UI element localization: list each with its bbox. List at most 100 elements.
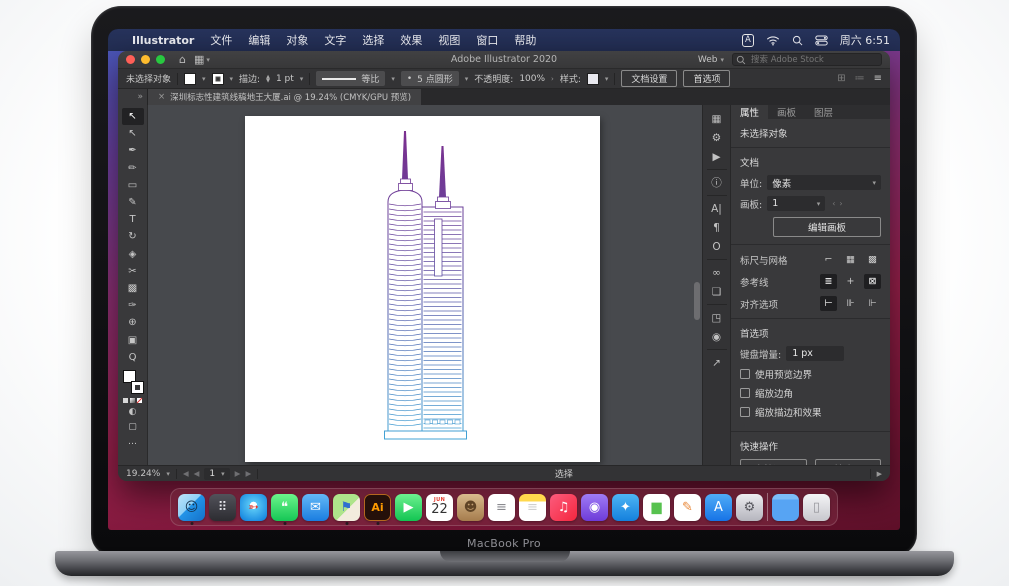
previous-artboard-icon[interactable]: ◀ — [194, 469, 200, 478]
input-source-icon[interactable]: A — [742, 34, 754, 47]
wifi-icon[interactable] — [766, 35, 780, 46]
menu-help[interactable]: 帮助 — [514, 32, 536, 48]
dock-divider[interactable] — [767, 493, 768, 521]
checkbox-preview-bounds[interactable]: 使用预览边界 — [740, 367, 881, 381]
lock-guides-icon[interactable]: ⊠ — [864, 274, 881, 289]
artboard-options-panel-icon[interactable]: ❏ — [707, 282, 727, 301]
rectangle-tool[interactable]: ▭ — [122, 177, 144, 194]
gradient-panel-icon[interactable]: ◉ — [707, 327, 727, 346]
next-artboard-icon[interactable]: ▶ — [235, 469, 241, 478]
checkbox-box[interactable] — [740, 388, 750, 398]
menu-view[interactable]: 视图 — [438, 32, 460, 48]
tab-properties[interactable]: 属性 — [731, 105, 768, 119]
first-artboard-icon[interactable]: ◀ — [183, 469, 189, 478]
screen-mode-icon[interactable]: ▢ — [122, 420, 144, 435]
artboards-panel-icon[interactable]: ▦ — [707, 109, 727, 128]
menu-select[interactable]: 选择 — [362, 32, 384, 48]
stock-search-field[interactable] — [732, 53, 882, 66]
smart-guides-icon[interactable]: + — [842, 274, 859, 289]
curvature-tool[interactable]: ✏ — [122, 160, 144, 177]
dock-keynote[interactable]: ✦ — [612, 494, 639, 521]
dock-safari[interactable]: ➳ — [240, 494, 267, 521]
style-swatch[interactable] — [587, 73, 599, 85]
document-tab[interactable]: × 深圳标志性建筑线稿地王大厦.ai @ 19.24% (CMYK/GPU 预览… — [148, 89, 421, 105]
toolbar-stroke-swatch[interactable] — [131, 381, 144, 394]
close-window-button[interactable] — [126, 55, 135, 64]
snap-to-point-icon[interactable]: ⊢ — [820, 296, 837, 311]
dock-facetime[interactable]: ▶ — [395, 494, 422, 521]
checkbox-box[interactable] — [740, 407, 750, 417]
dock-music[interactable]: ♫ — [550, 494, 577, 521]
shape-builder-tool[interactable]: ⊕ — [122, 314, 144, 331]
artboard-number-dropdown[interactable]: 1▾ — [204, 468, 229, 480]
dock-downloads-folder[interactable] — [772, 494, 799, 521]
brush-dropdown[interactable]: •5 点圆形 — [401, 71, 459, 86]
last-artboard-icon[interactable]: ▶ — [245, 469, 251, 478]
panel-menu-icon[interactable]: ≡ — [874, 73, 882, 84]
ruler-icon[interactable]: ⌐ — [820, 252, 837, 267]
checkbox-scale-strokes[interactable]: 缩放描边和效果 — [740, 405, 881, 419]
snap-to-grid-icon[interactable]: ⊪ — [842, 296, 859, 311]
artboard-navigation[interactable]: ◀ ◀ 1▾ ▶ ▶ — [183, 468, 251, 480]
tab-layers[interactable]: 图层 — [805, 105, 842, 119]
more-tools-icon[interactable]: … — [122, 435, 144, 450]
dock-system-preferences[interactable]: ⚙ — [736, 494, 763, 521]
menu-type[interactable]: 文字 — [324, 32, 346, 48]
fill-stroke-indicator[interactable] — [122, 370, 144, 394]
status-expand-icon[interactable]: ▶ — [877, 470, 882, 478]
artboard-dropdown[interactable]: 1▾ — [767, 196, 825, 211]
opentype-panel-icon[interactable]: O — [707, 237, 727, 256]
spotlight-search-icon[interactable] — [792, 35, 803, 46]
menu-window[interactable]: 窗口 — [476, 32, 498, 48]
workspace-switcher[interactable]: Web ▾ — [698, 55, 724, 65]
dock-contacts[interactable]: ☻ — [457, 494, 484, 521]
snap-to-pixel-icon[interactable]: ⊩ — [864, 296, 881, 311]
checkbox-scale-corners[interactable]: 缩放边角 — [740, 386, 881, 400]
dock-appstore[interactable]: A — [705, 494, 732, 521]
layout-switcher-icon[interactable]: ▦ ▾ — [194, 53, 210, 66]
dock-trash[interactable]: ▯ — [803, 494, 830, 521]
dock-notes[interactable]: ≡ — [519, 494, 546, 521]
color-mode-icons[interactable] — [123, 398, 142, 403]
zoom-window-button[interactable] — [156, 55, 165, 64]
menu-edit[interactable]: 编辑 — [248, 32, 270, 48]
document-setup-button[interactable]: 文档设置 — [621, 70, 677, 87]
pen-tool[interactable]: ✒ — [122, 142, 144, 159]
units-dropdown[interactable]: 像素▾ — [767, 175, 881, 190]
tab-artboards[interactable]: 画板 — [768, 105, 805, 119]
links-panel-icon[interactable]: ∞ — [707, 259, 727, 282]
dock-numbers[interactable]: ▆ — [643, 494, 670, 521]
canvas-vertical-scrollbar[interactable] — [694, 282, 700, 320]
eyedropper-tool[interactable]: ✑ — [122, 297, 144, 314]
paintbrush-tool[interactable]: ✎ — [122, 194, 144, 211]
keyboard-increment-input[interactable]: 1 px — [786, 346, 844, 361]
arrange-documents-icon[interactable]: ⊞ — [837, 73, 845, 84]
dock-launchpad[interactable]: ⠿ — [209, 494, 236, 521]
actions-play-panel-icon[interactable]: ▶ — [707, 147, 727, 166]
dock-control-icon[interactable]: ≔ — [855, 73, 865, 84]
canvas[interactable] — [148, 105, 702, 465]
opacity-value[interactable]: 100% — [519, 74, 545, 84]
zoom-tool[interactable]: Q — [122, 349, 144, 366]
minimize-window-button[interactable] — [141, 55, 150, 64]
actions-panel-icon[interactable]: ⚙ — [707, 128, 727, 147]
menu-app-name[interactable]: Illustrator — [132, 34, 194, 47]
eraser-tool[interactable]: ◈ — [122, 246, 144, 263]
control-center-icon[interactable] — [815, 35, 828, 46]
artboard-pager[interactable]: ‹› — [832, 199, 846, 208]
dock-messages[interactable]: ❝ — [271, 494, 298, 521]
info-panel-icon[interactable]: ⓘ — [707, 169, 727, 192]
dock-podcasts[interactable]: ◉ — [581, 494, 608, 521]
dock-finder[interactable]: ☺ — [178, 494, 205, 521]
dock-illustrator[interactable]: Ai — [364, 494, 391, 521]
artboard[interactable] — [245, 116, 600, 462]
width-profile-dropdown[interactable]: 等比 — [316, 71, 385, 86]
stroke-weight-value[interactable]: 1 pt — [276, 74, 294, 84]
menu-object[interactable]: 对象 — [286, 32, 308, 48]
fill-color-swatch[interactable] — [184, 73, 196, 85]
character-panel-icon[interactable]: A| — [707, 195, 727, 218]
paragraph-panel-icon[interactable]: ¶ — [707, 218, 727, 237]
artboard-tool[interactable]: ▣ — [122, 331, 144, 348]
export-panel-icon[interactable]: ↗ — [707, 349, 727, 372]
drawing-mode-icon[interactable]: ◐ — [122, 405, 144, 420]
